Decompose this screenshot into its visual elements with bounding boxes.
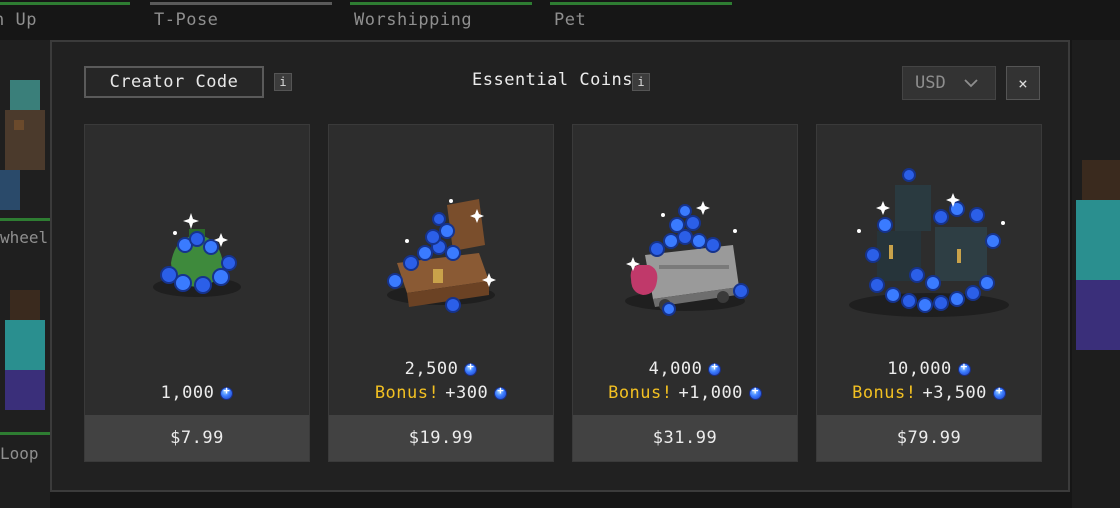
bg-tab-label: n Up [0, 10, 37, 30]
price-button[interactable]: $79.99 [817, 415, 1041, 461]
creator-code-button[interactable]: Creator Code [84, 66, 264, 98]
price-label: $31.99 [652, 428, 718, 448]
coin-amount: 1,000 [160, 383, 215, 403]
coin-amount-line: 10,000 [817, 357, 1041, 381]
background-tabs: n Up T-Pose Worshipping Pet [0, 0, 1120, 36]
bg-tab-label: Pet [554, 10, 587, 30]
coin-amount: 2,500 [404, 359, 459, 379]
coin-amount: 4,000 [648, 359, 703, 379]
treasure-chest-icon [387, 199, 496, 313]
creator-code-info-icon[interactable]: i [274, 73, 292, 91]
coin-amount-line: 2,500 [329, 357, 553, 381]
bg-side-label: wheel [0, 228, 49, 247]
close-button[interactable]: × [1006, 66, 1040, 100]
coin-amounts: 2,500 Bonus! +300 [329, 357, 553, 405]
coin-pack-card[interactable]: 10,000 Bonus! +3,500 $79.99 [816, 124, 1042, 462]
coin-store-modal: Creator Code i Essential Coins i USD × 1… [50, 40, 1070, 492]
price-button[interactable]: $7.99 [85, 415, 309, 461]
close-icon: × [1018, 73, 1028, 93]
coin-amounts: 4,000 Bonus! +1,000 [573, 357, 797, 405]
minecart-icon [625, 201, 749, 316]
bonus-amount: +300 [445, 383, 489, 403]
info-icon-glyph: i [279, 75, 287, 89]
coin-amount-line: 1,000 [85, 381, 309, 405]
essential-coin-icon [708, 360, 722, 376]
bg-divider [0, 432, 50, 435]
price-button[interactable]: $19.99 [329, 415, 553, 461]
bonus-label: Bonus! [374, 383, 440, 403]
bg-tab-label: Worshipping [354, 10, 473, 30]
bg-tab-sit-up[interactable]: n Up [0, 0, 130, 36]
info-icon-glyph: i [637, 75, 645, 89]
bonus-label: Bonus! [608, 383, 673, 403]
coin-bag-icon [153, 213, 241, 297]
bg-tab-worshipping[interactable]: Worshipping [350, 0, 532, 36]
coin-amount-line: 4,000 [573, 357, 797, 381]
coin-amounts: 10,000 Bonus! +3,500 [817, 357, 1041, 405]
bonus-label: Bonus! [852, 383, 917, 403]
currency-dropdown[interactable]: USD [902, 66, 996, 100]
bg-left-panel: wheel Loop [0, 40, 50, 508]
bonus-line: Bonus! +3,500 [817, 381, 1041, 405]
essential-coin-icon [957, 360, 971, 376]
page-title: Essential Coins [472, 70, 634, 90]
essential-coin-icon [992, 384, 1006, 400]
chest-pile-icon [849, 168, 1009, 317]
essential-coin-icon [220, 384, 234, 400]
bg-divider [0, 218, 50, 221]
bg-character-figure [1076, 160, 1120, 350]
price-label: $19.99 [408, 428, 474, 448]
price-button[interactable]: $31.99 [573, 415, 797, 461]
price-label: $79.99 [896, 428, 962, 448]
coin-pack-card[interactable]: 1,000 $7.99 [84, 124, 310, 462]
bg-right-panel [1072, 40, 1120, 508]
coin-amounts: 1,000 [85, 381, 309, 405]
coin-pack-card[interactable]: 4,000 Bonus! +1,000 $31.99 [572, 124, 798, 462]
bonus-amount: +3,500 [922, 383, 987, 403]
price-label: $7.99 [170, 428, 224, 448]
bg-tab-label: T-Pose [154, 10, 219, 30]
bg-tab-t-pose[interactable]: T-Pose [150, 0, 332, 36]
coin-pack-card[interactable]: 2,500 Bonus! +300 $19.99 [328, 124, 554, 462]
bonus-line: Bonus! +1,000 [573, 381, 797, 405]
coins-info-icon[interactable]: i [632, 73, 650, 91]
essential-coin-icon [748, 384, 762, 400]
bg-side-label: Loop [0, 444, 39, 463]
essential-coin-icon [494, 384, 508, 400]
coin-amount: 10,000 [887, 359, 952, 379]
bg-character-figure [5, 290, 45, 410]
chevron-down-icon [964, 78, 978, 87]
bonus-amount: +1,000 [678, 383, 743, 403]
essential-coin-icon [464, 360, 478, 376]
currency-value: USD [915, 73, 946, 93]
bg-character-figure [0, 80, 45, 210]
bonus-line: Bonus! +300 [329, 381, 553, 405]
creator-code-label: Creator Code [109, 72, 239, 92]
bg-tab-pet[interactable]: Pet [550, 0, 732, 36]
